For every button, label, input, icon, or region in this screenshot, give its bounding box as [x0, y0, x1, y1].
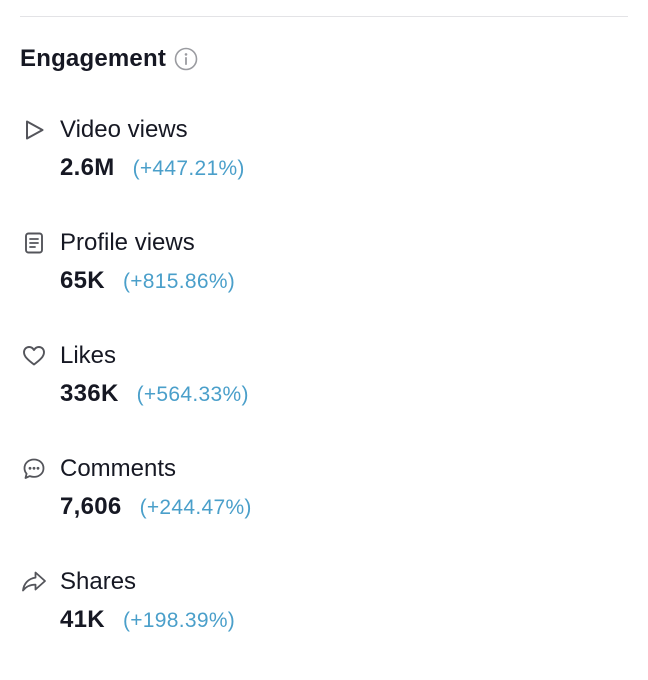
metric-change: (+564.33%)	[136, 383, 249, 406]
section-title: Engagement	[20, 45, 167, 72]
play-icon	[20, 116, 48, 144]
metric-comments: Comments 7,606 (+244.47%)	[20, 452, 580, 532]
metric-shares: Shares 41K (+198.39%)	[20, 565, 580, 645]
metric-change: (+244.47%)	[139, 496, 252, 519]
metric-likes: Likes 336K (+564.33%)	[20, 339, 580, 419]
metric-label: Shares	[60, 568, 137, 595]
comment-icon	[20, 455, 48, 483]
metric-change: (+447.21%)	[132, 157, 245, 180]
metric-value: 7,606	[60, 493, 122, 520]
top-divider	[20, 16, 628, 17]
metric-video-views: Video views 2.6M (+447.21%)	[20, 113, 580, 193]
metric-profile-views: Profile views 65K (+815.86%)	[20, 226, 580, 306]
metric-label: Video views	[60, 116, 188, 143]
metric-change: (+198.39%)	[122, 609, 236, 632]
metric-label: Comments	[60, 455, 177, 482]
share-icon	[20, 568, 48, 596]
document-icon	[20, 229, 48, 257]
engagement-header: Engagement	[20, 42, 198, 76]
metric-value: 65K	[60, 267, 105, 294]
metric-label: Profile views	[60, 229, 195, 256]
metric-value: 41K	[60, 606, 105, 633]
heart-icon	[20, 342, 48, 370]
metric-label: Likes	[60, 342, 117, 369]
info-icon[interactable]	[174, 47, 198, 71]
metric-value: 336K	[60, 380, 119, 407]
metric-change: (+815.86%)	[122, 270, 236, 293]
metric-value: 2.6M	[60, 154, 115, 181]
